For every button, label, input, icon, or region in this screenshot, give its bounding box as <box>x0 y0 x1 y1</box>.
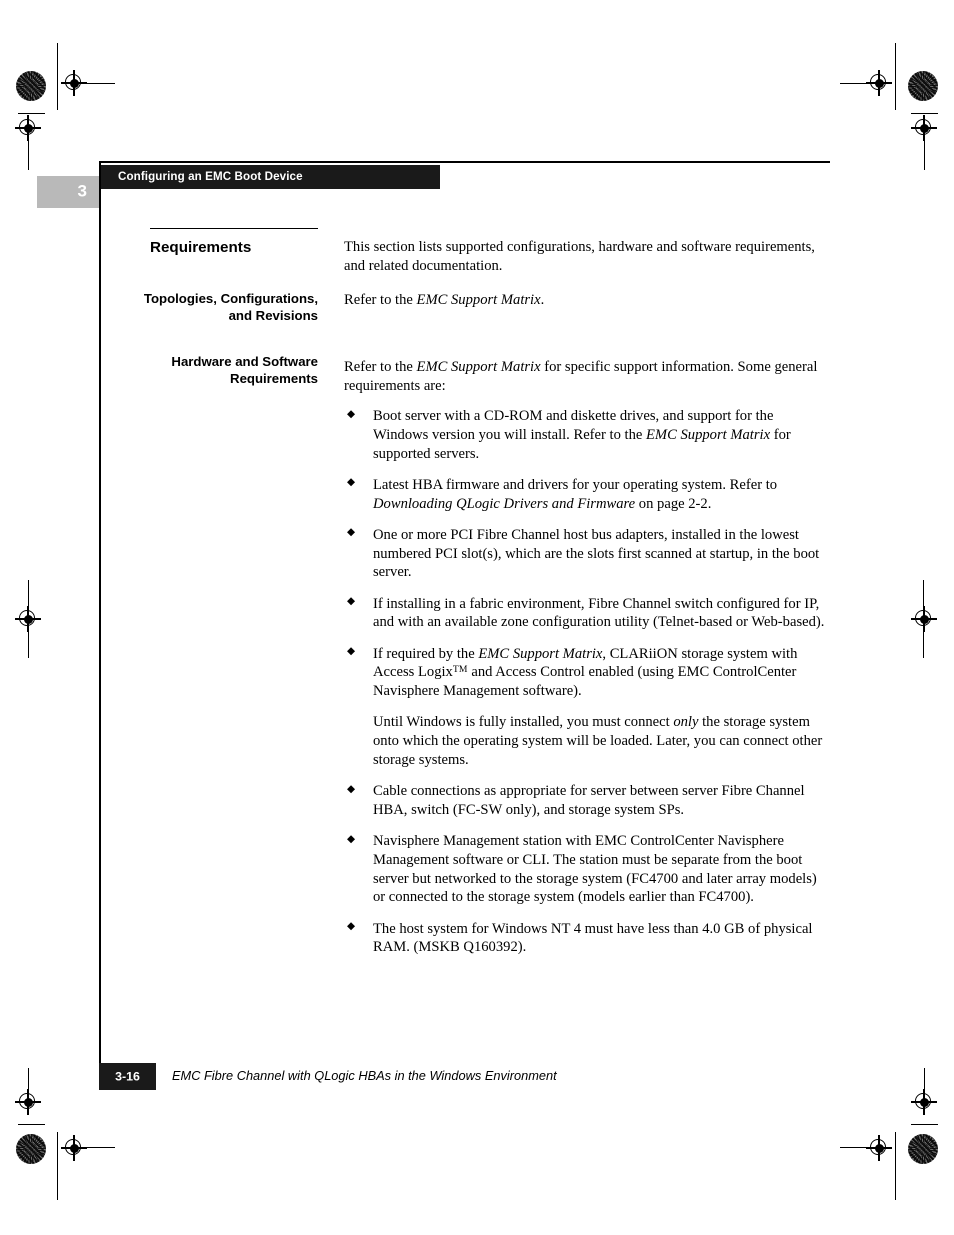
paragraph-intro: This section lists supported configurati… <box>344 239 815 274</box>
bullet-diamond-icon: ◆ <box>347 596 356 607</box>
list-item: ◆ If installing in a fabric environment,… <box>344 595 826 633</box>
bullet-diamond-icon: ◆ <box>347 783 356 795</box>
paragraph-topologies-text-2: . <box>540 292 545 308</box>
page-content: Requirements Topologies, Configurations,… <box>0 0 954 1235</box>
section-heading-requirements: Requirements <box>150 239 252 256</box>
subparagraph-italic: only <box>673 714 699 731</box>
list-item-text-1: Latest HBA firmware and drivers for your… <box>373 476 778 493</box>
list-item: ◆ One or more PCI Fibre Channel host bus… <box>344 526 826 582</box>
list-item: ◆ The host system for Windows NT 4 must … <box>344 920 826 958</box>
list-item: ◆ Cable connections as appropriate for s… <box>344 782 826 820</box>
list-item-text-1: Cable connections as appropriate for ser… <box>373 783 805 818</box>
bullet-diamond-icon: ◆ <box>347 921 356 932</box>
bullet-diamond-icon: ◆ <box>347 833 356 845</box>
list-item-italic: Downloading QLogic Drivers and Firmware <box>373 495 636 512</box>
paragraph-hardware-software: Refer to the EMC Support Matrix for spec… <box>344 358 824 396</box>
paragraph-topologies: Refer to the EMC Support Matrix. <box>344 291 824 310</box>
paragraph-hardware-text-1: Refer to the <box>344 359 417 375</box>
list-item: ◆ If required by the EMC Support Matrix,… <box>344 645 826 701</box>
list-item-italic: EMC Support Matrix <box>478 645 603 662</box>
bullet-diamond-icon: ◆ <box>347 527 356 539</box>
subparagraph-text-1: Until Windows is fully installed, you mu… <box>373 714 674 731</box>
list-item: ◆ Boot server with a CD-ROM and diskette… <box>344 407 826 463</box>
footer-document-title: EMC Fibre Channel with QLogic HBAs in th… <box>172 1068 557 1083</box>
bullet-diamond-icon: ◆ <box>347 477 356 489</box>
bullet-diamond-icon: ◆ <box>347 408 356 420</box>
list-item-text-1: If required by the <box>373 645 479 662</box>
list-item-italic: EMC Support Matrix <box>646 426 771 443</box>
paragraph-topologies-italic: EMC Support Matrix <box>416 292 541 308</box>
list-item: ◆ Latest HBA firmware and drivers for yo… <box>344 476 826 514</box>
list-item-text-1: Navisphere Management station with EMC C… <box>373 833 817 906</box>
list-item-text-1: If installing in a fabric environment, F… <box>373 595 825 631</box>
requirements-bullet-list: ◆ Boot server with a CD-ROM and diskette… <box>344 407 826 957</box>
section-heading-rule <box>150 228 318 230</box>
list-item-text-2: on page 2-2. <box>635 495 712 512</box>
paragraph-topologies-text-1: Refer to the <box>344 292 417 308</box>
subsection-heading-hardware-software: Hardware and Software Requirements <box>171 354 318 386</box>
list-item-subparagraph: Until Windows is fully installed, you mu… <box>344 713 826 769</box>
list-item-text-1: One or more PCI Fibre Channel host bus a… <box>373 526 820 581</box>
footer-page-number-box: 3-16 <box>99 1063 156 1090</box>
bullet-diamond-icon: ◆ <box>347 646 356 657</box>
trademark-symbol: TM <box>452 664 468 676</box>
subsection-heading-topologies: Topologies, Configurations, and Revision… <box>143 291 318 323</box>
list-item: ◆ Navisphere Management station with EMC… <box>344 832 826 907</box>
footer-page-number: 3-16 <box>115 1069 140 1084</box>
paragraph-hardware-italic: EMC Support Matrix <box>416 359 541 375</box>
list-item-text-1: The host system for Windows NT 4 must ha… <box>373 920 813 956</box>
